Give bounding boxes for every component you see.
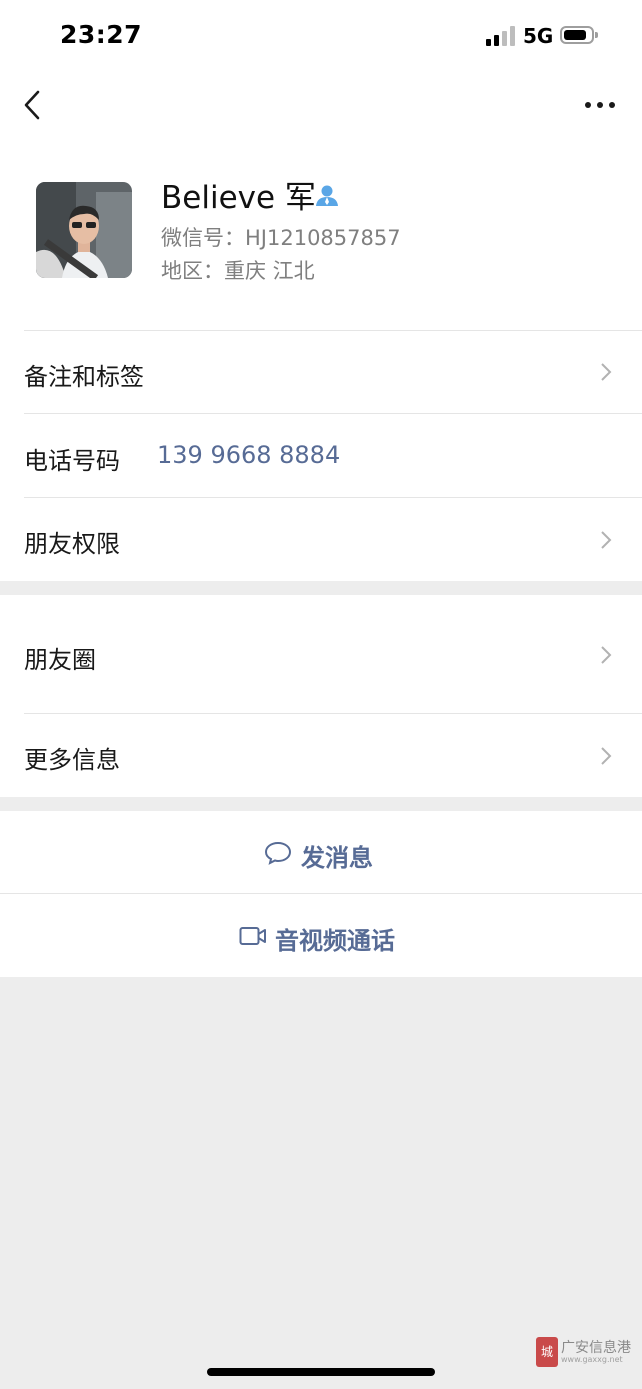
row-label: 备注和标签 xyxy=(24,363,144,391)
row-label: 电话号码 xyxy=(24,447,120,475)
chevron-right-icon xyxy=(601,363,612,381)
chevron-right-icon xyxy=(601,531,612,549)
site-watermark: 城 广安信息港 www.gaxxg.net xyxy=(536,1337,631,1371)
contact-name: Believe 军 xyxy=(161,180,316,216)
moments-group: 朋友圈 更多信息 xyxy=(0,595,642,797)
contact-badge-icon xyxy=(314,182,340,208)
status-time: 23:27 xyxy=(60,20,143,49)
region: 地区：重庆 江北 xyxy=(161,259,315,283)
more-icon[interactable] xyxy=(582,94,618,114)
watermark-text: 广安信息港 xyxy=(561,1340,631,1356)
avatar[interactable] xyxy=(36,182,132,278)
send-message-button[interactable]: 发消息 xyxy=(0,811,642,894)
row-label: 朋友权限 xyxy=(24,530,120,558)
watermark-url: www.gaxxg.net xyxy=(561,1355,623,1364)
chevron-right-icon xyxy=(601,646,612,664)
info-group: 备注和标签 电话号码 139 9668 8884 朋友权限 xyxy=(0,330,642,581)
chat-bubble-icon xyxy=(264,841,292,865)
row-label: 朋友圈 xyxy=(24,646,96,674)
action-group: 发消息 音视频通话 xyxy=(0,811,642,977)
network-type: 5G xyxy=(523,24,554,48)
video-call-label: 音视频通话 xyxy=(275,927,395,955)
watermark-seal-icon: 城 xyxy=(536,1337,558,1367)
more-info-row[interactable]: 更多信息 xyxy=(0,714,642,797)
status-bar: 23:27 5G xyxy=(0,0,642,70)
video-camera-icon xyxy=(239,927,266,945)
chevron-right-icon xyxy=(601,747,612,765)
friend-permission-row[interactable]: 朋友权限 xyxy=(0,498,642,581)
nav-bar xyxy=(0,70,642,140)
phone-number-link[interactable]: 139 9668 8884 xyxy=(157,441,340,469)
profile-header: Believe 军 微信号：HJ1210857857 地区：重庆 江北 xyxy=(0,140,642,330)
video-call-button[interactable]: 音视频通话 xyxy=(0,894,642,977)
send-message-label: 发消息 xyxy=(301,844,373,872)
remark-and-tags-row[interactable]: 备注和标签 xyxy=(0,330,642,413)
signal-icon xyxy=(486,26,516,46)
battery-icon xyxy=(560,26,598,44)
wechat-id: 微信号：HJ1210857857 xyxy=(161,226,401,250)
back-icon[interactable] xyxy=(18,88,52,122)
row-label: 更多信息 xyxy=(24,746,120,774)
moments-row[interactable]: 朋友圈 xyxy=(0,595,642,713)
phone-row: 电话号码 139 9668 8884 xyxy=(0,414,642,497)
home-indicator[interactable] xyxy=(207,1368,435,1376)
